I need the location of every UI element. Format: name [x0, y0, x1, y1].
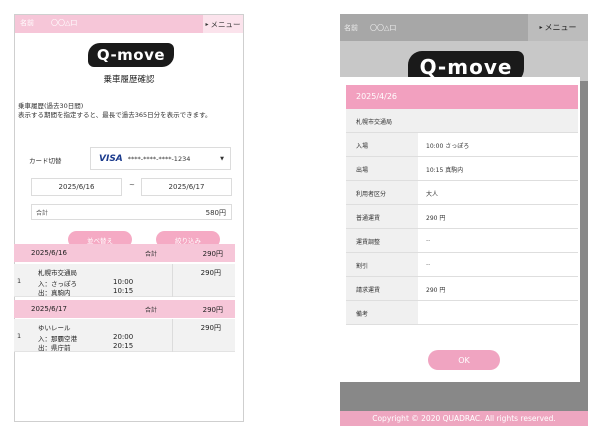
card-number: ****-****-****-1234 [127, 154, 191, 163]
modal-date: 2025/4/26 [356, 92, 398, 101]
row-entry-time: 10:00 [113, 278, 134, 286]
visa-logo-icon: VISA [99, 153, 123, 164]
chevron-down-icon: ▼ [220, 156, 224, 162]
operator-row: 札幌市交通局 [346, 109, 578, 133]
row-exit-station: 出：県庁前 [38, 344, 71, 352]
history-screen: 名前 〇〇△口 ▸ メニュー Q-move 乗車履歴確認 乗車履歴(過去30日間… [14, 14, 244, 422]
row-exit-time: 20:15 [113, 342, 134, 350]
qmove-logo: Q-move [88, 43, 174, 67]
row-exit-station: 出：真駒内 [38, 289, 71, 297]
group-total-amount: 290円 [202, 250, 223, 258]
user-name-label: 名前 [20, 19, 34, 27]
detail-row: 請求運賃 290 円 [346, 277, 578, 301]
user-name-value: 〇〇△口 [370, 24, 397, 32]
detail-row: 運賃調整 -- [346, 229, 578, 253]
menu-button[interactable]: ▸ メニュー [203, 15, 243, 33]
start-date-field[interactable]: 2025/6/16 [31, 178, 122, 196]
detail-value: 290 円 [426, 215, 446, 222]
row-exit-time: 10:15 [113, 287, 134, 295]
detail-label: 入場 [356, 143, 369, 150]
row-index: 1 [17, 332, 22, 340]
ride-detail-modal: 2025/4/26 札幌市交通局 入場 10:00 さっぽろ 出場 10:15 … [340, 77, 580, 382]
card-switch-label: カード切替 [29, 157, 62, 165]
ok-button[interactable]: OK [428, 350, 500, 370]
user-name-label: 名前 [344, 24, 358, 32]
total-value: 580円 [205, 209, 226, 217]
detail-label: 備考 [356, 311, 369, 318]
app-header: 名前 〇〇△口 ▸ メニュー [15, 15, 243, 33]
total-field: 合計 580円 [31, 204, 232, 220]
detail-value: 大人 [426, 191, 439, 198]
description-line-2: 表示する期間を指定すると、最長で過去365日分を表示できます。 [18, 111, 212, 119]
modal-header: 2025/4/26 [346, 85, 578, 109]
detail-row: 利用者区分 大人 [346, 181, 578, 205]
page-title: 乗車履歴確認 [103, 75, 155, 85]
detail-value: -- [426, 261, 431, 268]
history-row[interactable]: 1 札幌市交通局 入：さっぽろ 出：真駒内 10:00 10:15 290円 [14, 264, 235, 297]
row-index: 1 [17, 277, 22, 285]
end-date-field[interactable]: 2025/6/17 [141, 178, 232, 196]
detail-label: 運賃調整 [356, 239, 381, 246]
total-label: 合計 [36, 210, 49, 217]
detail-label: 割引 [356, 263, 369, 270]
detail-value: 10:15 真駒内 [426, 167, 464, 174]
row-divider [172, 264, 173, 297]
detail-row: 出場 10:15 真駒内 [346, 157, 578, 181]
detail-value: 290 円 [426, 287, 446, 294]
row-amount: 290円 [200, 269, 221, 277]
detail-value: -- [426, 237, 431, 244]
detail-label: 普通運賃 [356, 215, 381, 222]
menu-arrow-icon: ▸ [205, 20, 209, 28]
row-entry-time: 20:00 [113, 333, 134, 341]
group-total-label: 合計 [145, 251, 158, 258]
history-group-header: 2025/6/16 合計 290円 [14, 244, 235, 262]
menu-label: メニュー [544, 23, 577, 32]
detail-label: 請求運賃 [356, 287, 381, 294]
row-operator: 札幌市交通局 [38, 269, 77, 277]
menu-label: メニュー [210, 19, 241, 29]
detail-screen: 名前 〇〇△口 ▸ メニュー Q-move 2025/4/26 札幌市交通局 入… [340, 14, 588, 426]
detail-label: 出場 [356, 167, 369, 174]
user-name-value: 〇〇△口 [51, 19, 78, 27]
detail-row: 割引 -- [346, 253, 578, 277]
app-header: 名前 〇〇△口 ▸ メニュー [340, 14, 588, 41]
detail-row: 普通運賃 290 円 [346, 205, 578, 229]
group-total-label: 合計 [145, 307, 158, 314]
operator-name: 札幌市交通局 [356, 119, 393, 126]
date-range-separator: ~ [129, 181, 135, 189]
row-divider [172, 319, 173, 352]
history-group-header: 2025/6/17 合計 290円 [14, 300, 235, 318]
card-select[interactable]: VISA ****-****-****-1234 ▼ [90, 147, 231, 170]
menu-arrow-icon: ▸ [539, 24, 543, 31]
menu-button[interactable]: ▸ メニュー [528, 14, 588, 41]
group-total-amount: 290円 [202, 306, 223, 314]
row-amount: 290円 [200, 324, 221, 332]
detail-row: 入場 10:00 さっぽろ [346, 133, 578, 157]
row-operator: ゆいレール [38, 324, 71, 332]
history-row[interactable]: 1 ゆいレール 入：那覇空港 出：県庁前 20:00 20:15 290円 [14, 319, 235, 352]
detail-label: 利用者区分 [356, 191, 387, 198]
copyright-footer: Copyright © 2020 QUADRAC. All rights res… [340, 411, 588, 426]
detail-row: 備考 [346, 301, 578, 325]
group-date: 2025/6/17 [31, 305, 67, 313]
detail-value: 10:00 さっぽろ [426, 143, 470, 150]
group-date: 2025/6/16 [31, 249, 67, 257]
